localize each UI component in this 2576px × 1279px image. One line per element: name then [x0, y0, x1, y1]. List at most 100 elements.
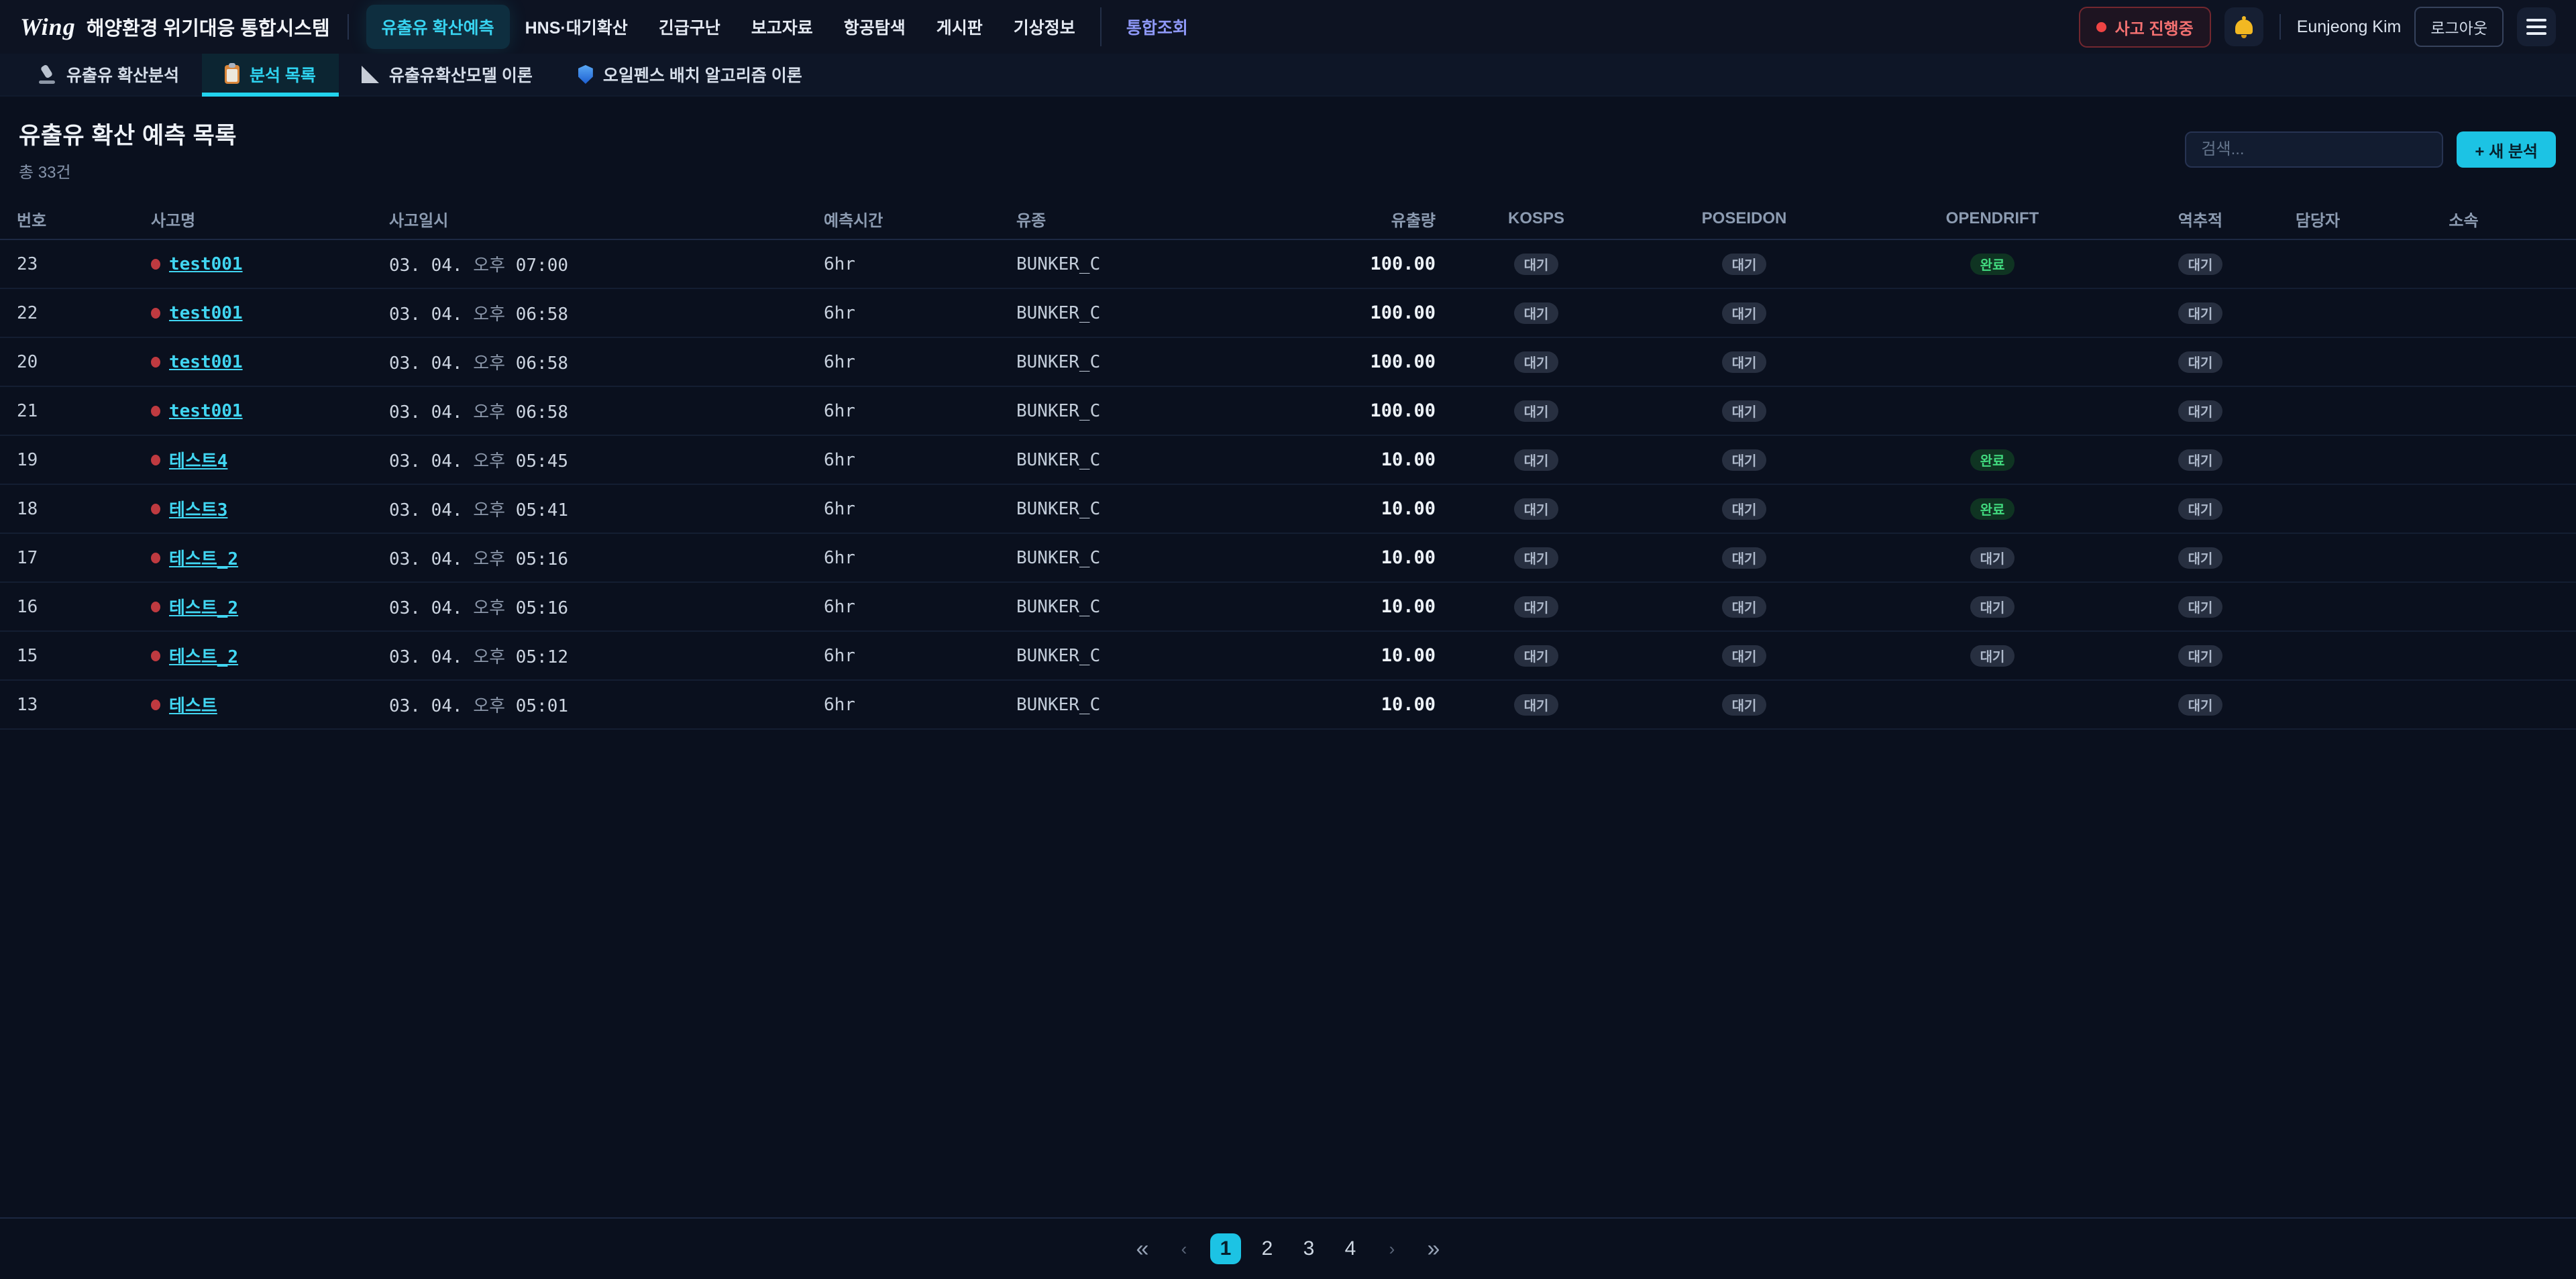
time-part: 05:45: [516, 451, 568, 471]
incident-datetime: 03. 04. 오후 06:58: [389, 300, 824, 325]
incident-link[interactable]: test001: [169, 401, 243, 421]
page-button-2[interactable]: 2: [1252, 1233, 1283, 1264]
logout-button[interactable]: 로그아웃: [2414, 7, 2504, 47]
tab-label: 오일펜스 배치 알고리즘 이론: [603, 62, 802, 87]
col-backtrack: 역추적: [2133, 207, 2267, 231]
incident-link[interactable]: test001: [169, 303, 243, 323]
nav-item-emergency-rescue[interactable]: 긴급구난: [643, 5, 736, 49]
forecast-duration: 6hr: [824, 352, 1016, 372]
nav-item-oil-spill-forecast[interactable]: 유출유 확산예측: [366, 5, 510, 49]
table-row: 23 test001 03. 04. 오후 07:00 6hr BUNKER_C…: [0, 240, 2576, 289]
meridiem: 오후: [473, 304, 505, 325]
opendrift-cell: 완료: [1851, 449, 2133, 471]
incident-cell: 테스트_2: [151, 594, 389, 619]
incident-dot-icon: [151, 700, 160, 710]
page-button-3[interactable]: 3: [1293, 1233, 1324, 1264]
incident-link[interactable]: 테스트3: [169, 496, 227, 521]
table-row: 17 테스트_2 03. 04. 오후 05:16 6hr BUNKER_C 1…: [0, 534, 2576, 583]
backtrack-cell: 대기: [2133, 694, 2267, 716]
oil-type: BUNKER_C: [1016, 303, 1308, 323]
shield-icon: [578, 65, 593, 84]
tab-oil-fence-algorithm-theory[interactable]: 오일펜스 배치 알고리즘 이론: [555, 54, 825, 95]
poseidon-cell: 대기: [1637, 400, 1851, 422]
incident-datetime: 03. 04. 오후 05:01: [389, 692, 824, 717]
opendrift-status-badge: 완료: [1970, 498, 2015, 520]
backtrack-cell: 대기: [2133, 498, 2267, 520]
table-row: 16 테스트_2 03. 04. 오후 05:16 6hr BUNKER_C 1…: [0, 583, 2576, 632]
incident-in-progress-badge[interactable]: 사고 진행중: [2079, 7, 2211, 48]
nav-item-reports[interactable]: 보고자료: [736, 5, 828, 49]
forecast-duration: 6hr: [824, 597, 1016, 617]
spill-amount: 100.00: [1308, 400, 1436, 421]
tab-diffusion-model-theory[interactable]: 유출유확산모델 이론: [339, 54, 555, 95]
next-page-button[interactable]: ›: [1377, 1233, 1407, 1264]
col-incident-datetime: 사고일시: [389, 207, 824, 231]
incident-dot-icon: [151, 651, 160, 661]
backtrack-status-badge: 대기: [2178, 694, 2223, 716]
kosps-cell: 대기: [1436, 400, 1637, 422]
notifications-button[interactable]: [2224, 7, 2263, 46]
incident-dot-icon: [151, 406, 160, 416]
backtrack-status-badge: 대기: [2178, 547, 2223, 569]
incident-link[interactable]: 테스트_2: [169, 594, 238, 619]
incident-dot-icon: [151, 602, 160, 612]
nav-item-aerial-search[interactable]: 항공탐색: [828, 5, 921, 49]
user-name: Eunjeong Kim: [2297, 17, 2402, 37]
date-part: 03. 04.: [389, 598, 463, 618]
incident-dot-icon: [151, 259, 160, 270]
tab-label: 유출유 확산분석: [66, 62, 179, 87]
new-analysis-button[interactable]: + 새 분석: [2457, 131, 2556, 168]
prev-page-button[interactable]: ‹: [1169, 1233, 1199, 1264]
meridiem: 오후: [473, 402, 505, 423]
menu-button[interactable]: [2517, 7, 2556, 46]
backtrack-cell: 대기: [2133, 302, 2267, 324]
kosps-cell: 대기: [1436, 498, 1637, 520]
incident-dot-icon: [151, 308, 160, 319]
oil-type: BUNKER_C: [1016, 450, 1308, 470]
nav-item-board[interactable]: 게시판: [921, 5, 998, 49]
incident-cell: test001: [151, 303, 389, 323]
kosps-status-badge: 대기: [1514, 694, 1559, 716]
nav-item-integrated-search[interactable]: 통합조회: [1111, 5, 1203, 49]
poseidon-cell: 대기: [1637, 254, 1851, 275]
tab-oil-spill-analysis[interactable]: 유출유 확산분석: [15, 54, 202, 95]
page-button-4[interactable]: 4: [1335, 1233, 1366, 1264]
tab-analysis-list[interactable]: 분석 목록: [202, 54, 339, 95]
search-input[interactable]: [2185, 131, 2443, 168]
incident-cell: test001: [151, 352, 389, 372]
incident-datetime: 03. 04. 오후 06:58: [389, 398, 824, 423]
nav-item-weather-info[interactable]: 기상정보: [998, 5, 1091, 49]
incident-link[interactable]: test001: [169, 254, 243, 274]
table-row: 22 test001 03. 04. 오후 06:58 6hr BUNKER_C…: [0, 289, 2576, 338]
opendrift-status-badge: 대기: [1970, 547, 2015, 569]
row-number: 22: [17, 303, 151, 323]
poseidon-cell: 대기: [1637, 645, 1851, 667]
row-number: 23: [17, 254, 151, 274]
forecast-duration: 6hr: [824, 499, 1016, 519]
incident-link[interactable]: 테스트: [169, 692, 217, 717]
spill-amount: 10.00: [1308, 596, 1436, 617]
backtrack-cell: 대기: [2133, 400, 2267, 422]
incident-link[interactable]: 테스트4: [169, 447, 227, 472]
last-page-button[interactable]: »: [1418, 1233, 1449, 1264]
microscope-icon: [38, 65, 56, 84]
incident-cell: test001: [151, 254, 389, 274]
divider: [347, 14, 349, 40]
incident-link[interactable]: test001: [169, 352, 243, 372]
incident-link[interactable]: 테스트_2: [169, 545, 238, 570]
oil-type: BUNKER_C: [1016, 597, 1308, 617]
total-count: 총 33건: [19, 159, 237, 182]
forecast-duration: 6hr: [824, 450, 1016, 470]
col-opendrift: OPENDRIFT: [1851, 209, 2133, 228]
system-title: 해양환경 위기대응 통합시스템: [87, 13, 330, 41]
nav-item-hns-air-diffusion[interactable]: HNS·대기확산: [510, 5, 643, 49]
date-part: 03. 04.: [389, 549, 463, 569]
date-part: 03. 04.: [389, 304, 463, 325]
pagination-bar: « ‹ 1 2 3 4 › »: [0, 1217, 2576, 1279]
forecast-duration: 6hr: [824, 646, 1016, 666]
poseidon-status-badge: 대기: [1722, 400, 1767, 422]
page-button-1[interactable]: 1: [1210, 1233, 1241, 1264]
first-page-button[interactable]: «: [1127, 1233, 1158, 1264]
incident-link[interactable]: 테스트_2: [169, 643, 238, 668]
kosps-cell: 대기: [1436, 449, 1637, 471]
